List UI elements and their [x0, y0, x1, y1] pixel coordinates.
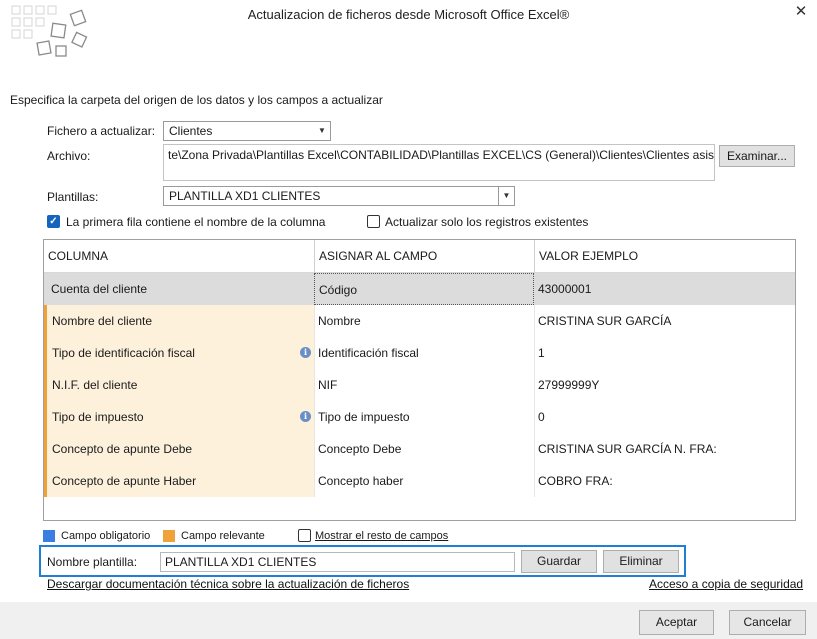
columna-cell: Tipo de identificación fiscal i: [44, 337, 314, 369]
campo-cell[interactable]: Concepto haber: [314, 465, 534, 497]
table-row[interactable]: N.I.F. del cliente NIF 27999999Y: [44, 369, 795, 401]
nombre-plantilla-label: Nombre plantilla:: [47, 555, 138, 569]
guardar-button[interactable]: Guardar: [521, 550, 597, 573]
plantillas-label: Plantillas:: [47, 190, 99, 204]
table-row[interactable]: Tipo de impuesto i Tipo de impuesto 0: [44, 401, 795, 433]
table-row[interactable]: Concepto de apunte Debe Concepto Debe CR…: [44, 433, 795, 465]
columna-cell: Nombre del cliente: [44, 305, 314, 337]
campo-cell[interactable]: Identificación fiscal: [314, 337, 534, 369]
relevante-swatch: [163, 530, 175, 542]
columna-cell: N.I.F. del cliente: [44, 369, 314, 401]
columna-cell: Concepto de apunte Haber: [44, 465, 314, 497]
header-valor[interactable]: VALOR EJEMPLO: [535, 240, 795, 273]
table-row[interactable]: Concepto de apunte Haber Concepto haber …: [44, 465, 795, 497]
valor-cell: COBRO FRA:: [538, 474, 613, 488]
fichero-dropdown[interactable]: Clientes ▼: [163, 121, 331, 141]
mostrar-checkbox[interactable]: [298, 529, 311, 542]
instructions-text: Especifica la carpeta del origen de los …: [10, 93, 383, 107]
nombre-plantilla-input[interactable]: PLANTILLA XD1 CLIENTES: [160, 552, 515, 572]
chevron-down-icon: ▼: [318, 126, 326, 135]
table-row[interactable]: Cuenta del cliente Código 43000001: [44, 273, 795, 305]
cancelar-button[interactable]: Cancelar: [729, 610, 806, 635]
header-columna[interactable]: COLUMNA: [44, 240, 314, 273]
archivo-label: Archivo:: [47, 149, 91, 163]
window-title: Actualizacion de ficheros desde Microsof…: [247, 7, 570, 22]
columna-text: Tipo de identificación fiscal: [52, 346, 195, 360]
archivo-path: te\Zona Privada\Plantillas Excel\CONTABI…: [168, 148, 715, 162]
nombre-plantilla-value: PLANTILLA XD1 CLIENTES: [165, 555, 317, 569]
valor-cell: 1: [538, 346, 545, 360]
plantillas-value: PLANTILLA XD1 CLIENTES: [169, 189, 321, 203]
valor-cell: 0: [538, 410, 545, 424]
documentacion-link[interactable]: Descargar documentación técnica sobre la…: [47, 577, 409, 591]
campo-cell[interactable]: Concepto Debe: [314, 433, 534, 465]
columna-cell: Tipo de impuesto i: [44, 401, 314, 433]
valor-cell: 43000001: [534, 273, 795, 305]
obligatorio-swatch: [43, 530, 55, 542]
chevron-down-icon: ▼: [498, 187, 514, 205]
grid-header: COLUMNA ASIGNAR AL CAMPO VALOR EJEMPLO: [44, 240, 795, 273]
campo-cell[interactable]: Tipo de impuesto: [314, 401, 534, 433]
header-asignar[interactable]: ASIGNAR AL CAMPO: [315, 240, 534, 273]
plantillas-dropdown[interactable]: PLANTILLA XD1 CLIENTES ▼: [163, 186, 515, 206]
fichero-label: Fichero a actualizar:: [47, 124, 156, 138]
examinar-button[interactable]: Examinar...: [719, 145, 795, 167]
close-icon[interactable]: ✕: [788, 2, 814, 22]
columna-cell: Concepto de apunte Debe: [44, 433, 314, 465]
aceptar-button[interactable]: Aceptar: [639, 610, 714, 635]
solo-existentes-checkbox[interactable]: [367, 215, 380, 228]
columna-cell: Cuenta del cliente: [44, 273, 314, 305]
obligatorio-label: Campo obligatorio: [61, 530, 151, 542]
relevante-label: Campo relevante: [181, 530, 265, 542]
solo-existentes-label: Actualizar solo los registros existentes: [385, 215, 589, 229]
valor-cell: 27999999Y: [538, 378, 600, 392]
columna-text: Tipo de impuesto: [52, 410, 144, 424]
info-icon[interactable]: i: [300, 411, 311, 422]
campo-cell[interactable]: Nombre: [314, 305, 534, 337]
primera-fila-label: La primera fila contiene el nombre de la…: [66, 215, 326, 229]
eliminar-button[interactable]: Eliminar: [603, 550, 679, 573]
mapping-grid[interactable]: COLUMNA ASIGNAR AL CAMPO VALOR EJEMPLO C…: [43, 239, 796, 521]
primera-fila-checkbox[interactable]: ✓: [47, 215, 60, 228]
campo-cell[interactable]: NIF: [314, 369, 534, 401]
info-icon[interactable]: i: [300, 347, 311, 358]
copia-seguridad-link[interactable]: Acceso a copia de seguridad: [649, 577, 803, 591]
archivo-field[interactable]: te\Zona Privada\Plantillas Excel\CONTABI…: [163, 144, 715, 181]
table-row[interactable]: Tipo de identificación fiscal i Identifi…: [44, 337, 795, 369]
fichero-value: Clientes: [169, 124, 213, 138]
mostrar-label[interactable]: Mostrar el resto de campos: [315, 530, 448, 542]
valor-cell: CRISTINA SUR GARCÍA: [538, 314, 672, 328]
campo-cell[interactable]: Código: [314, 273, 534, 305]
table-row[interactable]: Nombre del cliente Nombre CRISTINA SUR G…: [44, 305, 795, 337]
valor-cell: CRISTINA SUR GARCÍA N. FRA:: [538, 442, 717, 456]
